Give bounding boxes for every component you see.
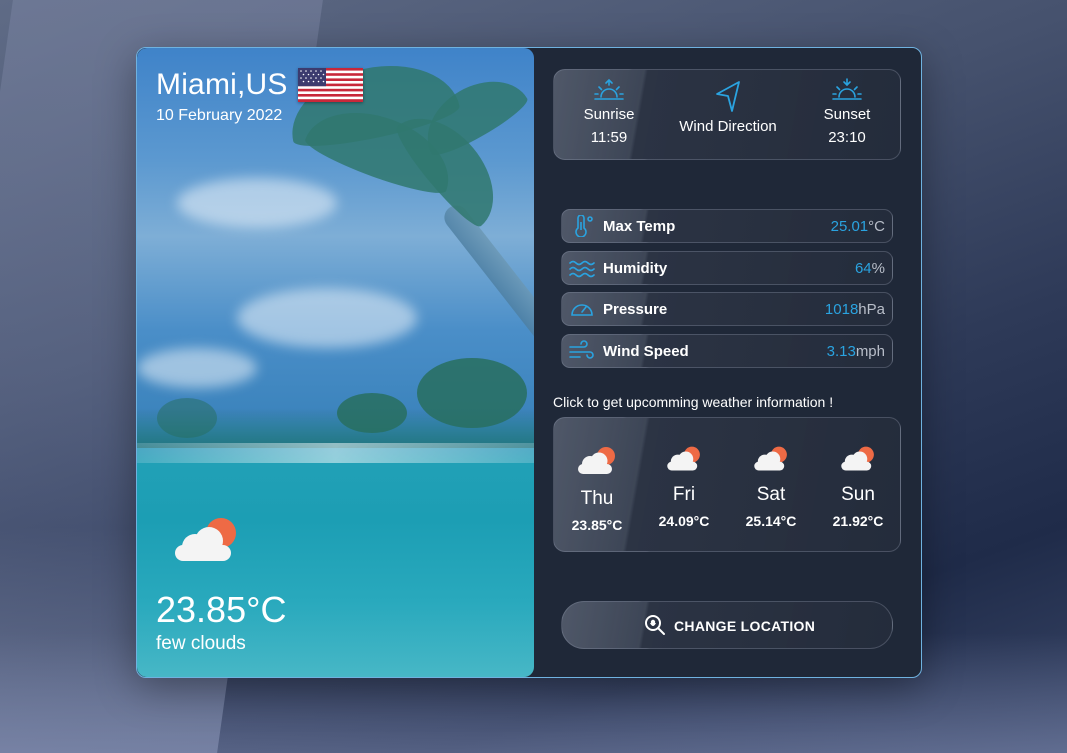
wind-direction-label: Wind Direction — [679, 118, 777, 135]
forecast-day-temp: 25.14°C — [745, 513, 797, 529]
forecast-day-name: Sat — [756, 484, 786, 505]
current-date: 10 February 2022 — [156, 107, 283, 124]
forecast-hint: Click to get upcomming weather informati… — [553, 394, 834, 410]
change-location-label: CHANGE LOCATION — [674, 618, 816, 634]
weather-description: few clouds — [156, 633, 246, 654]
thermometer-icon — [575, 215, 593, 237]
location-search-icon — [645, 615, 665, 635]
sunset-label: Sunset — [823, 106, 871, 123]
current-weather-panel: Miami,US 10 February 2022 23.85°C few cl… — [137, 48, 534, 677]
wind-direction-block: Wind Direction — [671, 80, 785, 135]
stat-row-pressure: Pressure 1018hPa — [561, 292, 893, 326]
tree-clump — [337, 393, 407, 433]
navigation-arrow-icon — [716, 81, 740, 112]
stat-row-wind-speed: Wind Speed 3.13mph — [561, 334, 893, 368]
change-location-button[interactable]: CHANGE LOCATION — [561, 601, 893, 649]
stat-label: Wind Speed — [603, 343, 689, 360]
details-panel: Sunrise 11:59 Wind Direction Sunset 23:1… — [534, 48, 921, 677]
tree-clump — [417, 358, 527, 428]
forecast-panel: Thu 23.85°C Fri 24.09°C Sat 25.14°C Sun … — [553, 417, 901, 552]
forecast-day-name: Fri — [672, 484, 696, 505]
sand-strip — [137, 443, 534, 463]
stat-value: 64% — [854, 260, 885, 277]
us-flag-icon — [298, 68, 363, 102]
forecast-day-sun[interactable]: Sun 21.92°C — [818, 442, 898, 529]
stat-label: Humidity — [603, 260, 668, 277]
stat-label: Pressure — [603, 301, 668, 318]
few-clouds-icon — [175, 518, 236, 561]
forecast-day-temp: 23.85°C — [571, 517, 623, 533]
few-clouds-icon — [754, 446, 787, 471]
stat-row-max-temp: Max Temp 25.01°C — [561, 209, 893, 243]
current-temperature: 23.85°C — [156, 589, 287, 630]
sunrise-icon — [594, 78, 624, 100]
forecast-day-temp: 21.92°C — [832, 513, 884, 529]
sunset-icon — [832, 78, 862, 100]
sunrise-label: Sunrise — [583, 106, 635, 123]
few-clouds-icon — [667, 446, 700, 471]
city-name: Miami,US — [156, 68, 288, 101]
weather-card: Miami,US 10 February 2022 23.85°C few cl… — [136, 47, 922, 678]
few-clouds-icon — [841, 446, 874, 471]
forecast-day-sat[interactable]: Sat 25.14°C — [731, 442, 811, 529]
sunset-time: 23:10 — [828, 129, 866, 146]
stat-row-humidity: Humidity 64% — [561, 251, 893, 285]
background-cloud — [237, 288, 417, 348]
background-cloud — [177, 178, 337, 228]
sunrise-time: 11:59 — [590, 129, 628, 146]
forecast-day-thu[interactable]: Thu 23.85°C — [557, 444, 637, 533]
sunset-block: Sunset 23:10 — [810, 78, 884, 146]
stat-value: 25.01°C — [830, 218, 885, 235]
sunrise-block: Sunrise 11:59 — [572, 78, 646, 146]
stat-label: Max Temp — [603, 218, 676, 235]
forecast-day-name: Sun — [841, 484, 875, 505]
stat-value: 3.13mph — [826, 343, 885, 360]
wind-icon — [569, 340, 594, 359]
forecast-day-name: Thu — [580, 488, 614, 509]
tree-clump — [157, 398, 217, 438]
forecast-day-temp: 24.09°C — [658, 513, 710, 529]
stat-value: 1018hPa — [824, 301, 885, 318]
waves-icon — [569, 260, 595, 278]
background-cloud — [137, 348, 257, 388]
forecast-day-fri[interactable]: Fri 24.09°C — [644, 442, 724, 529]
sun-wind-panel: Sunrise 11:59 Wind Direction Sunset 23:1… — [553, 69, 901, 160]
palm-tree-trunk — [439, 200, 534, 373]
gauge-icon — [571, 304, 593, 316]
few-clouds-icon — [578, 447, 615, 474]
